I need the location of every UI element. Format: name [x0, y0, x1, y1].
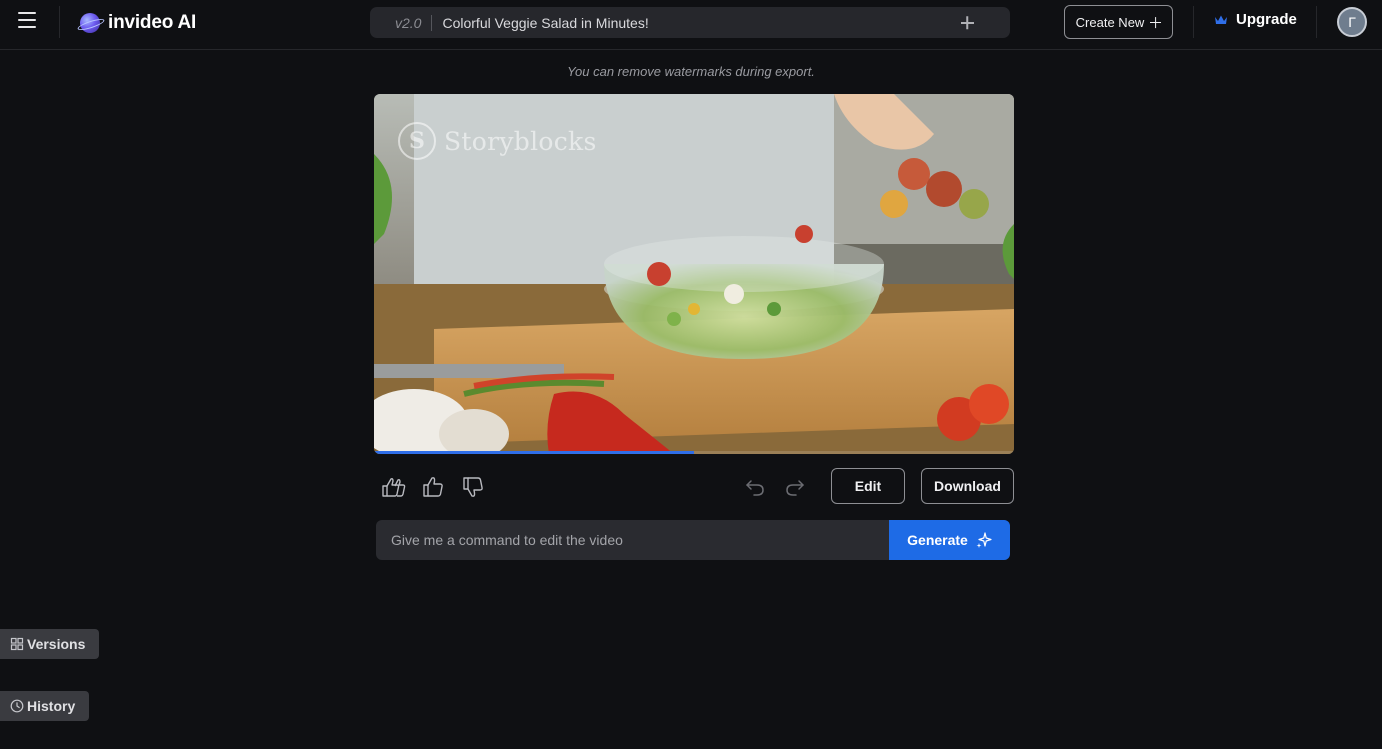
edit-button[interactable]: Edit	[831, 468, 905, 504]
video-progress[interactable]	[374, 451, 1014, 454]
create-new-label: Create New	[1075, 14, 1145, 30]
avatar-initial: Г	[1348, 14, 1356, 30]
avatar[interactable]: Г	[1337, 7, 1367, 37]
plus-icon[interactable]	[952, 7, 982, 38]
plus-icon	[1150, 17, 1162, 28]
video-player[interactable]: S Storyblocks	[374, 94, 1014, 454]
video-actions: Edit Download	[374, 468, 1014, 504]
video-progress-fill	[374, 451, 694, 454]
command-bar: Generate	[376, 520, 1010, 560]
command-input[interactable]	[376, 520, 889, 560]
versions-label: Versions	[27, 636, 86, 652]
divider	[59, 6, 60, 38]
clock-icon	[10, 699, 24, 713]
logo-icon	[80, 13, 100, 33]
logo-text: invideo AI	[108, 12, 197, 33]
undo-icon[interactable]	[741, 473, 769, 501]
storyblocks-watermark: S Storyblocks	[398, 122, 597, 160]
divider	[1193, 6, 1194, 38]
generate-button-label: Generate	[907, 532, 968, 548]
thumbs-up-icon[interactable]	[419, 473, 447, 501]
project-title-bar[interactable]: v2.0 Colorful Veggie Salad in Minutes!	[370, 7, 1010, 38]
logo[interactable]: invideo AI	[80, 12, 196, 34]
storyblocks-text: Storyblocks	[444, 126, 597, 156]
generate-button[interactable]: Generate	[889, 520, 1010, 560]
watermark-note: You can remove watermarks during export.	[567, 64, 815, 79]
menu-icon[interactable]	[14, 9, 40, 31]
project-title[interactable]: Colorful Veggie Salad in Minutes!	[432, 15, 952, 31]
version-label: v2.0	[370, 14, 433, 31]
sparkle-icon	[976, 532, 992, 548]
upgrade-label: Upgrade	[1236, 11, 1297, 28]
create-new-button[interactable]: Create New	[1064, 5, 1173, 39]
edit-button-label: Edit	[854, 478, 882, 494]
storyblocks-logo: S	[398, 122, 436, 160]
divider	[1316, 6, 1317, 38]
grid-icon	[10, 637, 24, 651]
thumbs-down-icon[interactable]	[459, 473, 487, 501]
upgrade-button[interactable]: Upgrade	[1214, 11, 1297, 28]
history-tab[interactable]: History	[0, 691, 89, 721]
top-bar: invideo AI v2.0 Colorful Veggie Salad in…	[0, 0, 1382, 50]
love-it-icon[interactable]	[380, 473, 408, 501]
download-button-label: Download	[934, 478, 1001, 494]
redo-icon[interactable]	[781, 473, 809, 501]
versions-tab[interactable]: Versions	[0, 629, 99, 659]
download-button[interactable]: Download	[921, 468, 1014, 504]
crown-icon	[1215, 15, 1227, 24]
history-label: History	[27, 698, 76, 714]
